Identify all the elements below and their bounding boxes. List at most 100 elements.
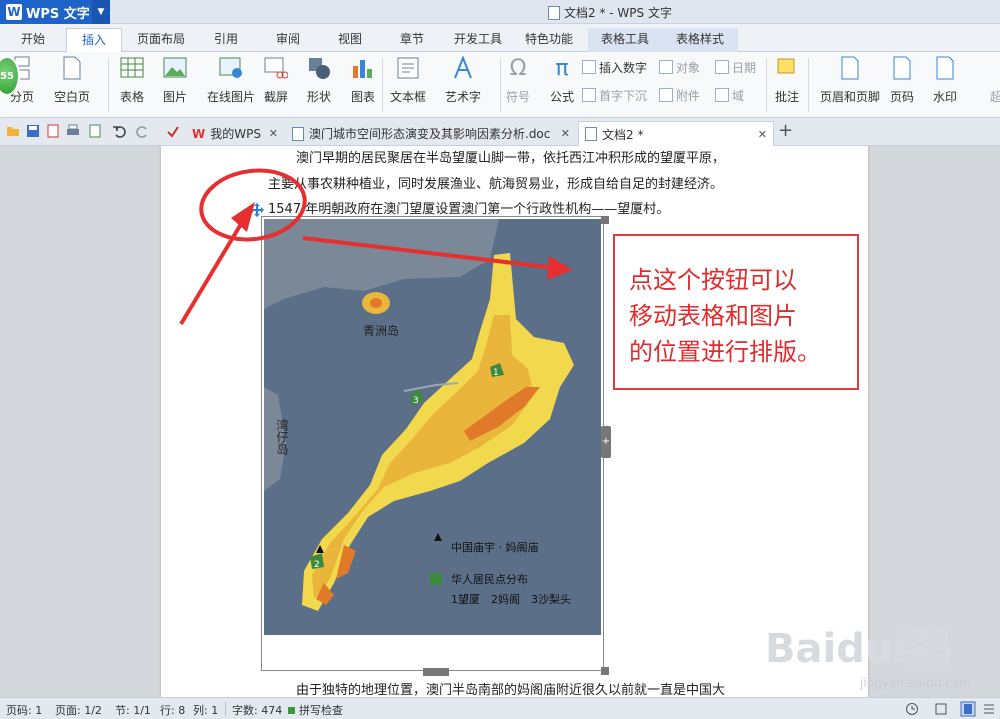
tab-references[interactable]: 引用	[204, 28, 248, 52]
shapes-label: 形状	[307, 90, 332, 104]
attachment-label: 附件	[676, 88, 701, 103]
pi-icon: π	[555, 55, 569, 81]
screenshot-button[interactable]: 截屏	[264, 56, 288, 105]
undo-icon[interactable]	[112, 124, 126, 138]
ribbon-insert: 分页 空白页 表格 图片 在线图片 截屏 形状 图表 文本框 艺术字 Ω 符号	[0, 52, 1000, 118]
annotation-callout: 点这个按钮可以 移动表格和图片 的位置进行排版。	[613, 234, 859, 390]
resize-handle[interactable]	[601, 667, 609, 675]
header-footer-button[interactable]: 页眉和页脚	[820, 56, 880, 105]
spell-check-toggle[interactable]: 拼写检查	[288, 702, 343, 718]
ribbon-tabs: 开始 插入 页面布局 引用 审阅 视图 章节 开发工具 特色功能 表格工具 表格…	[0, 24, 1000, 52]
outline-view-icon[interactable]	[982, 702, 996, 716]
insert-number-button[interactable]: 插入数字	[582, 58, 647, 76]
status-words[interactable]: 字数: 474	[232, 702, 282, 718]
watermark-button[interactable]: 水印	[933, 56, 957, 105]
field-icon	[715, 88, 729, 102]
map-label-qingzhou: 青洲岛	[363, 323, 399, 338]
document-workspace: 澳门早期的居民聚居在半岛望厦山脚一带，依托西江冲积形成的望厦平原， 主要从事农耕…	[0, 146, 1000, 697]
chevron-down-icon[interactable]: ▼	[92, 0, 110, 24]
insert-number-label: 插入数字	[599, 60, 648, 75]
map-legend-temple: 中国庙宇 · 妈阁庙	[451, 540, 539, 554]
object-icon	[659, 60, 673, 74]
body-paragraph[interactable]: 由于独特的地理位置，澳门半岛南部的妈阁庙附近很久以前就一直是中国大	[296, 679, 725, 697]
wordart-button[interactable]: 艺术字	[445, 56, 481, 105]
tab-special[interactable]: 特色功能	[518, 28, 580, 52]
table-label: 表格	[120, 90, 145, 104]
comment-button[interactable]: 批注	[775, 56, 799, 105]
body-paragraph[interactable]: 主要从事农耕种植业，同时发展渔业、航海贸易业，形成自给自足的封建经济。	[268, 173, 723, 192]
save-icon[interactable]	[26, 124, 40, 138]
tab-review[interactable]: 审阅	[266, 28, 310, 52]
new-tab-button[interactable]: +	[778, 120, 793, 141]
open-folder-icon[interactable]	[6, 124, 20, 138]
picture-button[interactable]: 图片	[163, 56, 187, 105]
doc-tab-thesis[interactable]: 澳门城市空间形态演变及其影响因素分析.doc ✕	[286, 121, 576, 146]
tab-view[interactable]: 视图	[328, 28, 372, 52]
more-icon	[984, 56, 1000, 80]
textbox-label: 文本框	[390, 90, 427, 104]
field-button[interactable]: 域	[715, 86, 744, 104]
object-button[interactable]: 对象	[659, 58, 700, 76]
add-row-handle[interactable]	[423, 668, 449, 676]
spell-check-label: 拼写检查	[299, 704, 343, 717]
date-button[interactable]: 日期	[715, 58, 756, 76]
close-icon[interactable]: ✕	[758, 128, 767, 141]
callout-line: 点这个按钮可以	[629, 266, 797, 294]
symbol-label: 符号	[506, 90, 531, 104]
attachment-button[interactable]: 附件	[659, 86, 700, 104]
table-icon	[120, 56, 144, 80]
chart-label: 图表	[351, 90, 376, 104]
close-icon[interactable]: ✕	[269, 127, 278, 140]
print-icon[interactable]	[66, 124, 80, 138]
tab-page-layout[interactable]: 页面布局	[130, 28, 192, 52]
macau-map-image[interactable]: 青洲岛 湾仔岛 中国庙宇 · 妈阁庙 华人居民点分布 1望厦 2妈阁 3沙梨头 …	[264, 219, 601, 635]
dropcap-button[interactable]: 首字下沉	[582, 86, 647, 104]
shapes-button[interactable]: 形状	[307, 56, 331, 105]
format-painter-icon[interactable]	[166, 124, 180, 138]
wps-logo-icon: W	[192, 126, 206, 141]
tab-chapter[interactable]: 章节	[390, 28, 434, 52]
app-menu-button[interactable]: W WPS 文字 ▼	[0, 0, 110, 24]
title-bar: W WPS 文字 ▼ 文档2 * - WPS 文字	[0, 0, 1000, 24]
textbox-button[interactable]: 文本框	[390, 56, 426, 105]
chart-button[interactable]: 图表	[351, 56, 375, 105]
document-tabs-bar: W 我的WPS ✕ 澳门城市空间形态演变及其影响因素分析.doc ✕ 文档2 *…	[0, 118, 1000, 146]
online-picture-button[interactable]: 在线图片	[207, 56, 255, 105]
app-name: WPS 文字	[26, 6, 90, 22]
more-button[interactable]: 超	[984, 56, 1000, 105]
comment-label: 批注	[775, 90, 800, 104]
print-preview-icon[interactable]	[88, 124, 102, 138]
body-paragraph[interactable]: 澳门早期的居民聚居在半岛望厦山脚一带，依托西江冲积形成的望厦平原，	[296, 147, 725, 166]
redo-icon[interactable]	[136, 124, 150, 138]
export-pdf-icon[interactable]	[46, 124, 60, 138]
page-number-button[interactable]: 页码	[890, 56, 914, 105]
resize-handle[interactable]	[601, 216, 609, 224]
fullscreen-icon[interactable]	[934, 702, 948, 716]
tab-insert[interactable]: 插入	[66, 28, 122, 52]
document-page[interactable]: 澳门早期的居民聚居在半岛望厦山脚一带，依托西江冲积形成的望厦平原， 主要从事农耕…	[161, 146, 868, 697]
symbol-button[interactable]: Ω 符号	[506, 56, 530, 105]
document-icon	[548, 5, 560, 20]
formula-button[interactable]: π 公式	[550, 56, 574, 105]
tab-home[interactable]: 开始	[10, 28, 56, 52]
add-column-handle[interactable]: +	[601, 426, 611, 458]
body-paragraph[interactable]: 1547 年明朝政府在澳门望厦设置澳门第一个行政性机构——望厦村。	[268, 198, 669, 217]
blank-page-button[interactable]: 空白页	[54, 56, 90, 105]
history-icon[interactable]	[905, 702, 919, 716]
doc-tab-label: 澳门城市空间形态演变及其影响因素分析.doc	[309, 127, 551, 141]
tab-table-tools[interactable]: 表格工具	[588, 28, 662, 52]
tab-developer[interactable]: 开发工具	[448, 28, 508, 52]
ribbon-divider	[108, 58, 109, 112]
table-button[interactable]: 表格	[120, 56, 144, 105]
doc-tab-active[interactable]: 文档2 * ✕	[578, 121, 774, 146]
blank-page-icon	[60, 56, 84, 80]
ribbon-divider	[382, 58, 383, 112]
page-view-icon[interactable]	[960, 701, 976, 717]
window-title-text: 文档2 * - WPS 文字	[564, 6, 672, 20]
status-col: 列: 1	[193, 704, 219, 717]
doc-tab-my-wps[interactable]: W 我的WPS ✕	[186, 121, 284, 146]
map-marker-3: 3	[413, 396, 419, 406]
tab-table-style[interactable]: 表格样式	[662, 28, 738, 52]
move-handle-icon[interactable]	[250, 203, 264, 217]
close-icon[interactable]: ✕	[561, 127, 570, 140]
